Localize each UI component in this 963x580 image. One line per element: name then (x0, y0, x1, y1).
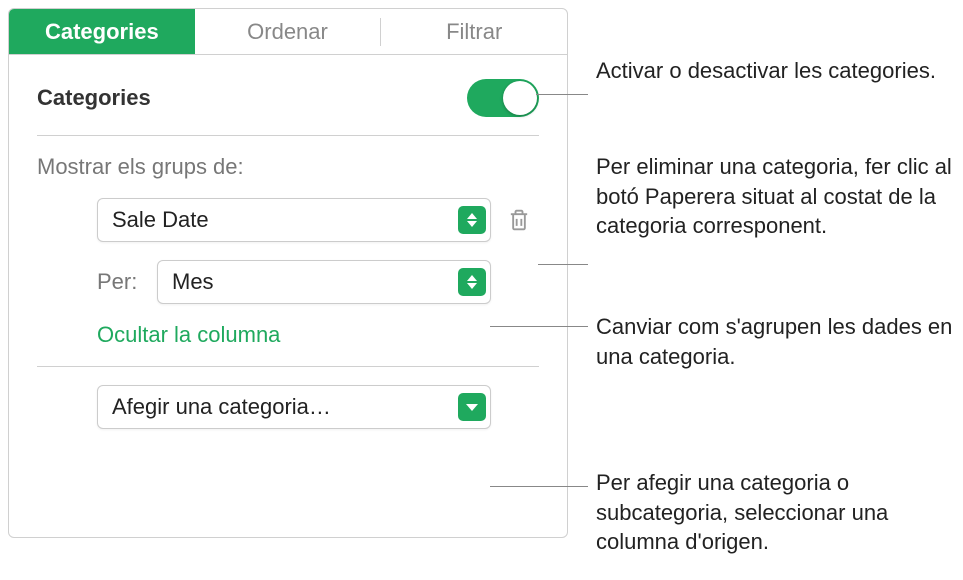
hide-column-link[interactable]: Ocultar la columna (37, 322, 539, 348)
section-title: Categories (37, 85, 151, 111)
divider (37, 366, 539, 367)
groups-label: Mostrar els grups de: (37, 154, 539, 180)
leader-line (536, 94, 588, 95)
annotation-trash: Per eliminar una categoria, fer clic al … (596, 152, 963, 241)
per-dropdown[interactable]: Mes (157, 260, 491, 304)
leader-line (538, 264, 588, 265)
categories-panel: Categories Ordenar Filtrar Categories Mo… (8, 8, 568, 538)
tab-filter-label: Filtrar (446, 19, 502, 45)
tab-categories[interactable]: Categories (9, 9, 195, 54)
leader-line (490, 326, 588, 327)
per-dropdown-value: Mes (172, 269, 214, 295)
category-row: Sale Date (37, 198, 539, 242)
down-arrow-icon (458, 393, 486, 421)
panel-content: Categories Mostrar els grups de: Sale Da… (9, 55, 567, 453)
tab-sort-label: Ordenar (247, 19, 328, 45)
trash-button[interactable] (505, 206, 533, 234)
trash-icon (505, 206, 533, 234)
updown-arrows-icon (458, 206, 486, 234)
leader-line (490, 486, 588, 487)
tab-sort[interactable]: Ordenar (195, 9, 381, 54)
category-dropdown[interactable]: Sale Date (97, 198, 491, 242)
category-dropdown-value: Sale Date (112, 207, 209, 233)
tab-filter[interactable]: Filtrar (381, 9, 567, 54)
annotation-toggle: Activar o desactivar les categories. (596, 56, 936, 86)
add-category-row: Afegir una categoria… (37, 385, 539, 429)
updown-arrows-icon (458, 268, 486, 296)
tab-categories-label: Categories (45, 19, 159, 45)
per-row: Per: Mes (37, 260, 539, 304)
add-category-dropdown[interactable]: Afegir una categoria… (97, 385, 491, 429)
tab-bar: Categories Ordenar Filtrar (9, 9, 567, 55)
toggle-knob (503, 81, 537, 115)
section-header: Categories (37, 79, 539, 117)
annotation-per: Canviar com s'agrupen les dades en una c… (596, 312, 963, 371)
divider (37, 135, 539, 136)
per-label: Per: (97, 269, 143, 295)
categories-toggle[interactable] (467, 79, 539, 117)
annotation-add: Per afegir una categoria o subcategoria,… (596, 468, 963, 557)
add-category-value: Afegir una categoria… (112, 394, 331, 420)
